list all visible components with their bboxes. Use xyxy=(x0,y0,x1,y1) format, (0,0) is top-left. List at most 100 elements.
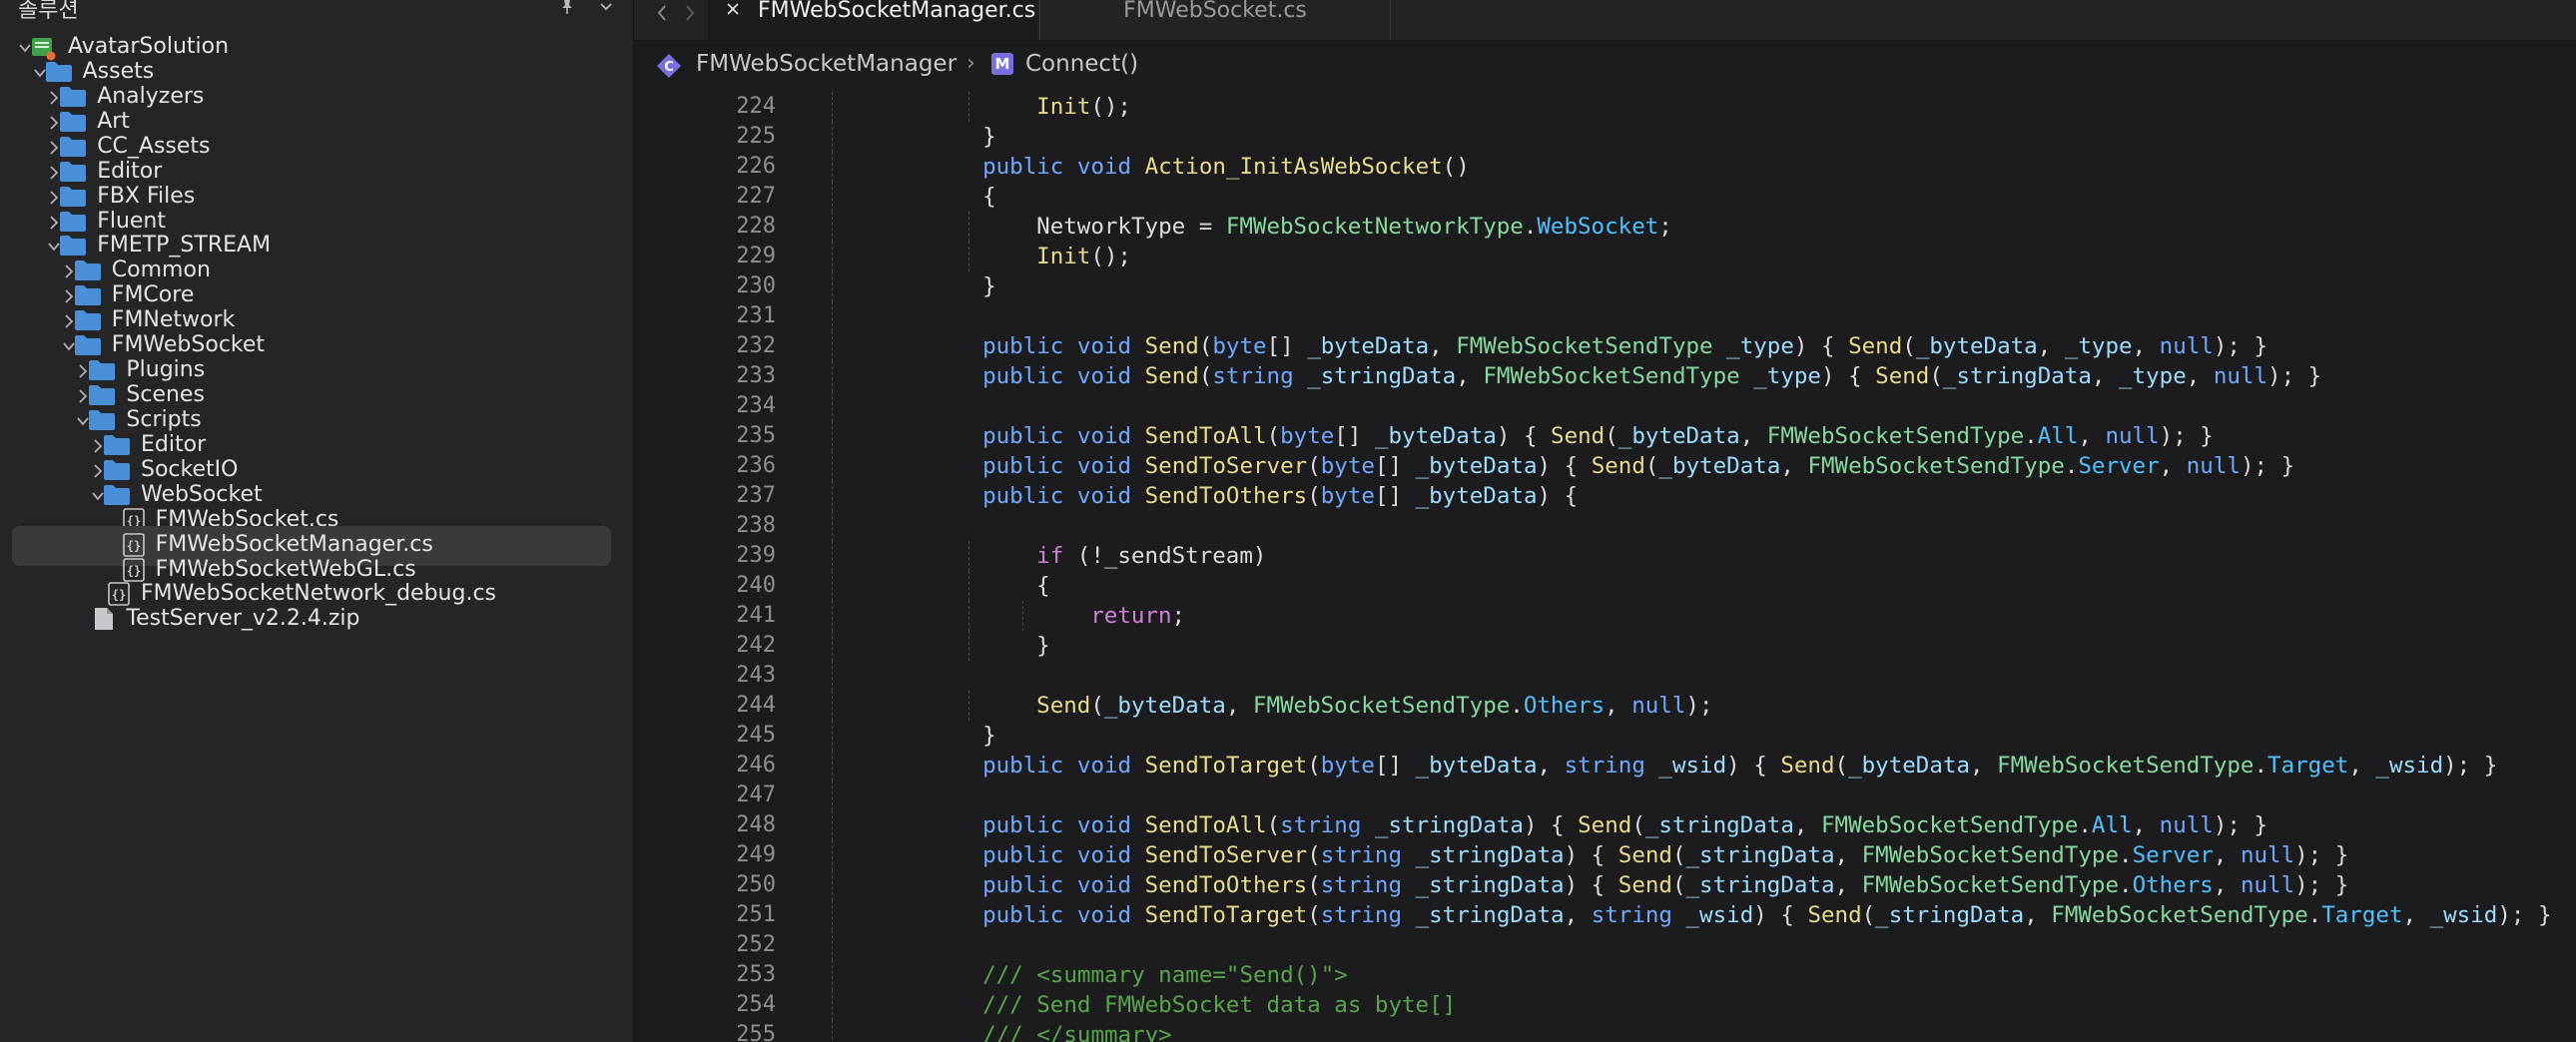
chevron-right-icon[interactable] xyxy=(676,0,704,26)
line-number: 252 xyxy=(736,932,776,957)
solution-explorer-title: 솔루션 xyxy=(18,0,79,23)
indent-guide xyxy=(832,242,833,271)
indent-guide xyxy=(968,631,970,661)
indent-guide xyxy=(968,242,970,271)
breadcrumb-method[interactable]: Connect() xyxy=(1025,51,1138,77)
indent-guide xyxy=(832,960,833,990)
code-line[interactable]: } xyxy=(1036,631,1050,661)
code-line[interactable]: public void SendToTarget(string _stringD… xyxy=(982,900,2551,930)
indent-guide xyxy=(832,870,833,900)
code-line[interactable]: NetworkType = FMWebSocketNetworkType.Web… xyxy=(1036,212,1672,242)
code-line[interactable]: { xyxy=(982,182,996,212)
code-line[interactable]: /// Send FMWebSocket data as byte[] xyxy=(982,990,1456,1020)
line-number: 236 xyxy=(736,453,776,478)
tree-item-label: TestServer_v2.2.4.zip xyxy=(126,606,360,632)
solution-explorer-header: 솔루션 xyxy=(0,0,633,26)
indent-guide xyxy=(832,182,833,212)
code-line[interactable]: public void SendToAll(string _stringData… xyxy=(982,810,2267,840)
indent-guide xyxy=(832,930,833,960)
line-number: 237 xyxy=(736,483,776,508)
code-area[interactable]: 224 Init(); 225} 226 public void Action_Init… xyxy=(634,92,2576,1042)
line-number: 253 xyxy=(736,962,776,987)
code-line[interactable]: return; xyxy=(1090,601,1185,631)
line-number: 247 xyxy=(736,782,776,807)
indent-guide xyxy=(832,1020,833,1042)
code-editor: FMWebSocketManager.cs FMWebSocket.cs C F… xyxy=(634,0,2576,1042)
line-number: 240 xyxy=(736,573,776,598)
indent-guide xyxy=(832,511,833,541)
indent-guide xyxy=(832,781,833,810)
line-number: 241 xyxy=(736,603,776,628)
line-number: 243 xyxy=(736,663,776,688)
indent-guide xyxy=(968,571,970,601)
code-line[interactable]: public void SendToOthers(string _stringD… xyxy=(982,870,2348,900)
code-line[interactable]: } xyxy=(982,271,996,301)
line-number: 238 xyxy=(736,513,776,538)
code-line[interactable]: public void Send(byte[] _byteData, FMWeb… xyxy=(982,331,2267,361)
indent-guide xyxy=(832,212,833,242)
indent-guide xyxy=(832,391,833,421)
line-number: 239 xyxy=(736,543,776,568)
line-number: 224 xyxy=(736,94,776,119)
indent-guide xyxy=(832,331,833,361)
line-number: 245 xyxy=(736,723,776,748)
tree-item[interactable]: TestServer_v2.2.4.zip xyxy=(12,600,611,640)
indent-guide xyxy=(832,661,833,691)
indent-guide xyxy=(832,810,833,840)
code-line[interactable]: Send(_byteData, FMWebSocketSendType.Othe… xyxy=(1036,691,1712,721)
code-line[interactable]: } xyxy=(982,721,996,751)
indent-guide xyxy=(1022,601,1024,631)
breadcrumb: C FMWebSocketManager › M Connect() xyxy=(634,41,2576,93)
chevron-left-icon[interactable] xyxy=(648,0,676,26)
indent-guide xyxy=(832,541,833,571)
code-line[interactable]: public void SendToServer(byte[] _byteDat… xyxy=(982,451,2294,481)
code-line[interactable]: } xyxy=(982,122,996,152)
line-number: 234 xyxy=(736,393,776,418)
code-line[interactable]: if (!_sendStream) xyxy=(1036,541,1266,571)
pin-icon[interactable] xyxy=(556,0,578,18)
code-line[interactable]: Init(); xyxy=(1036,92,1131,122)
code-line[interactable]: public void Send(string _stringData, FMW… xyxy=(982,361,2321,391)
indent-guide xyxy=(832,361,833,391)
solution-explorer: 솔루션 AvatarSolution Assets Analyzers Art CC_A… xyxy=(0,0,634,1042)
line-number: 255 xyxy=(736,1022,776,1042)
line-number: 226 xyxy=(736,154,776,179)
indent-guide xyxy=(832,271,833,301)
code-line[interactable]: public void SendToServer(string _stringD… xyxy=(982,840,2348,870)
file-icon xyxy=(95,608,114,631)
svg-text:C: C xyxy=(664,60,674,75)
tab-label: FMWebSocketManager.cs xyxy=(758,0,1036,23)
indent-guide xyxy=(832,301,833,331)
code-line[interactable]: public void SendToOthers(byte[] _byteDat… xyxy=(982,481,1578,511)
indent-guide xyxy=(832,840,833,870)
line-number: 232 xyxy=(736,333,776,358)
tab-fmwebsocketmanager[interactable]: FMWebSocketManager.cs xyxy=(708,0,1037,40)
indent-guide xyxy=(968,601,970,631)
code-line[interactable]: public void SendToAll(byte[] _byteData) … xyxy=(982,421,2214,451)
indent-guide xyxy=(832,900,833,930)
code-line[interactable]: public void Action_InitAsWebSocket() xyxy=(982,152,1470,182)
tab-bar: FMWebSocketManager.cs FMWebSocket.cs xyxy=(634,0,2576,41)
indent-guide xyxy=(832,571,833,601)
indent-guide xyxy=(832,481,833,511)
indent-guide xyxy=(832,122,833,152)
line-number: 249 xyxy=(736,842,776,867)
code-line[interactable]: Init(); xyxy=(1036,242,1131,271)
breadcrumb-class[interactable]: FMWebSocketManager xyxy=(696,51,957,77)
code-line[interactable]: /// <summary name="Send()"> xyxy=(982,960,1348,990)
tab-fmwebsocket[interactable]: FMWebSocket.cs xyxy=(1039,0,1391,40)
line-number: 233 xyxy=(736,363,776,388)
line-number: 244 xyxy=(736,693,776,718)
code-line[interactable]: /// </summary> xyxy=(982,1020,1172,1042)
close-icon[interactable] xyxy=(724,0,742,18)
code-line[interactable]: public void SendToTarget(byte[] _byteDat… xyxy=(982,751,2497,781)
indent-guide xyxy=(968,212,970,242)
line-number: 251 xyxy=(736,902,776,927)
indent-guide xyxy=(832,691,833,721)
chevron-down-icon[interactable] xyxy=(595,0,617,18)
indent-guide xyxy=(968,92,970,122)
line-number: 230 xyxy=(736,273,776,298)
code-line[interactable]: { xyxy=(1036,571,1050,601)
line-number: 228 xyxy=(736,214,776,239)
indent-guide xyxy=(832,631,833,661)
